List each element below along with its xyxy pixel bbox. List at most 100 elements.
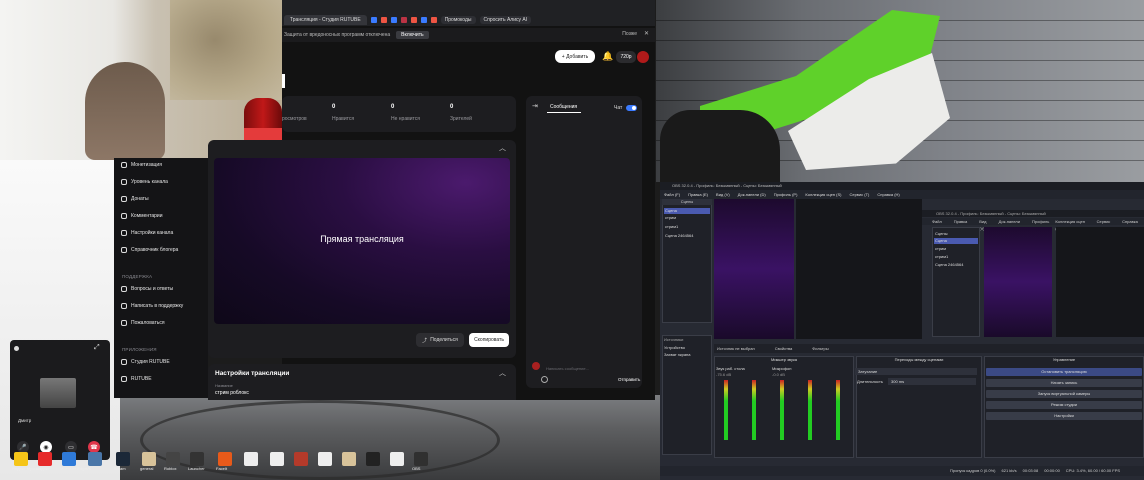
desktop-shortcut-icon[interactable]: [318, 452, 332, 466]
later-link[interactable]: Позже: [622, 31, 637, 37]
sidebar-item-label: Пожаловаться: [131, 320, 165, 326]
tab-rutube-studio[interactable]: Трансляция - Студия RUTUBE: [284, 15, 367, 25]
tab-icon[interactable]: [420, 17, 427, 23]
monetization-icon: [121, 162, 127, 168]
desktop-shortcut-icon[interactable]: [88, 452, 102, 466]
studio-mode-button[interactable]: Режим студии: [986, 401, 1142, 409]
desktop-shortcut-icon[interactable]: [190, 452, 204, 466]
stream-name-input[interactable]: стрим роблокс: [215, 390, 249, 396]
desktop-shortcut-icon[interactable]: [342, 452, 356, 466]
expand-icon[interactable]: ⤢: [94, 344, 100, 352]
desktop-shortcut-icon[interactable]: [142, 452, 156, 466]
audio-meter: [836, 380, 840, 440]
tab-messages[interactable]: Сообщения: [550, 104, 577, 110]
sidebar-item-comments[interactable]: Комментарии: [121, 213, 163, 219]
sidebar-item-monetization[interactable]: Монетизация: [121, 162, 162, 168]
sidebar-item-donations[interactable]: Донаты: [121, 196, 149, 202]
desktop-shortcut-icon[interactable]: [62, 452, 76, 466]
desktop-shortcut-icon[interactable]: [294, 452, 308, 466]
desktop-shortcut-icon[interactable]: [414, 452, 428, 466]
avatar[interactable]: [637, 51, 649, 63]
call-menu-icon[interactable]: [14, 346, 19, 351]
add-button[interactable]: + Добавить: [555, 50, 595, 63]
transition-type-select[interactable]: Затухание: [855, 368, 977, 375]
filters-button[interactable]: Фильтры: [812, 344, 828, 353]
tab-icon[interactable]: [400, 17, 407, 23]
emoji-icon[interactable]: [541, 376, 548, 383]
studio-icon: [121, 359, 127, 365]
desktop-shortcut-icon[interactable]: [270, 452, 284, 466]
desktop-shortcut-icon[interactable]: [244, 452, 258, 466]
desktop-shortcut-icon[interactable]: [390, 452, 404, 466]
menu-file: Файл (F): [932, 219, 942, 231]
menu-file[interactable]: Файл (F): [664, 190, 680, 199]
desktop-shortcut-icon[interactable]: [14, 452, 28, 466]
tab-icon[interactable]: [380, 17, 387, 23]
tab-promocodes[interactable]: Промокоды: [440, 16, 476, 24]
settings-button[interactable]: Настройки: [986, 412, 1142, 420]
sidebar-item-label: Настройки канала: [131, 230, 174, 236]
sidebar-item-label: Справочник блогера: [131, 247, 179, 253]
desktop-shortcut-label: OBS: [412, 466, 421, 471]
collapse-icon[interactable]: ⇥: [532, 102, 538, 110]
quality-badge[interactable]: 720p: [616, 51, 636, 63]
sidebar-item-blogger-guide[interactable]: Справочник блогера: [121, 247, 178, 253]
source-item[interactable]: Захват экрана: [664, 352, 690, 357]
obs-title-bar: OBS 32.0.4 - Профиль: Безымянный - Сцены…: [660, 182, 1144, 190]
scene-item[interactable]: стрим: [664, 215, 710, 221]
sidebar-item-contact-support[interactable]: Написать в поддержку: [121, 303, 183, 309]
tab-icon[interactable]: [370, 17, 377, 23]
sidebar-item-report[interactable]: Пожаловаться: [121, 320, 165, 326]
sidebar-item-faq[interactable]: Вопросы и ответы: [121, 286, 173, 292]
send-button[interactable]: Отправить: [618, 377, 640, 382]
obs-preview[interactable]: [714, 199, 794, 339]
desktop-shortcut-icon[interactable]: [116, 452, 130, 466]
desktop-shortcut-icon[interactable]: [218, 452, 232, 466]
enable-protection-button[interactable]: Включить: [396, 31, 429, 39]
menu-help[interactable]: Справка (H): [877, 190, 899, 199]
scene-item[interactable]: Сцена: [664, 208, 710, 214]
chevron-up-icon[interactable]: ︿: [499, 143, 506, 153]
sidebar-item-channel-level[interactable]: Уровень канала: [121, 179, 168, 185]
menu-tools[interactable]: Сервис (T): [849, 190, 869, 199]
sidebar-item-rutube-studio[interactable]: Студия RUTUBE: [121, 359, 170, 365]
stream-stats: росмотров 0 Нравится 0 Не нравится 0 Зри…: [282, 96, 516, 132]
comment-icon: [121, 213, 127, 219]
desktop-shortcut-icon[interactable]: [366, 452, 380, 466]
menu-profile[interactable]: Профиль (P): [774, 190, 798, 199]
share-button[interactable]: ⤴ Поделиться: [416, 333, 464, 347]
tab-icon[interactable]: [410, 17, 417, 23]
virtual-camera-button[interactable]: Запуск виртуальной камеры: [986, 390, 1142, 398]
stop-streaming-button[interactable]: Остановить трансляцию: [986, 368, 1142, 376]
sidebar-item-rutube[interactable]: RUTUBE: [121, 376, 152, 382]
menu-tools: Сервис (T): [1096, 219, 1111, 231]
chat-toggle[interactable]: [626, 105, 637, 111]
duration-input[interactable]: 300 ms: [888, 378, 976, 385]
copy-button[interactable]: Скопировать: [469, 333, 509, 347]
source-item[interactable]: Устройство: [664, 345, 685, 350]
scene-item[interactable]: стрим1: [664, 224, 710, 230]
close-icon[interactable]: ✕: [644, 30, 649, 37]
menu-docks[interactable]: Док-панели (D): [738, 190, 766, 199]
scene-item[interactable]: Сцена 2464564: [664, 233, 710, 239]
tab-icon[interactable]: [390, 17, 397, 23]
tab-ask-alice[interactable]: Спросить Алису AI: [479, 16, 532, 24]
properties-button[interactable]: Свойства: [775, 344, 793, 353]
desktop-shortcut-icon[interactable]: [38, 452, 52, 466]
bell-icon[interactable]: 🔔: [602, 51, 613, 62]
desktop-shortcut-icon[interactable]: [166, 452, 180, 466]
sidebar-item-channel-settings[interactable]: Настройки канала: [121, 230, 173, 236]
menu-scene-collection[interactable]: Коллекция сцен (S): [805, 190, 841, 199]
nested-scene-item: стрим1: [935, 254, 949, 259]
gear-icon: [121, 230, 127, 236]
tab-icon[interactable]: [430, 17, 437, 23]
obs-nested-menubar: Файл (F) Правка (E) Вид (V) Док-панели (…: [922, 218, 1144, 231]
chevron-up-icon[interactable]: ︿: [499, 368, 506, 378]
chat-input[interactable]: Написать сообщение...: [546, 366, 589, 371]
obs-source-toolbar: Источник не выбран Свойства Фильтры: [714, 344, 1144, 353]
start-recording-button[interactable]: Начать запись: [986, 379, 1142, 387]
menu-view[interactable]: Вид (V): [716, 190, 730, 199]
nested-scenes-heading: Сцены: [935, 231, 948, 236]
desktop-shortcut-label: Яндекс: [36, 466, 50, 471]
menu-edit[interactable]: Правка (E): [688, 190, 708, 199]
